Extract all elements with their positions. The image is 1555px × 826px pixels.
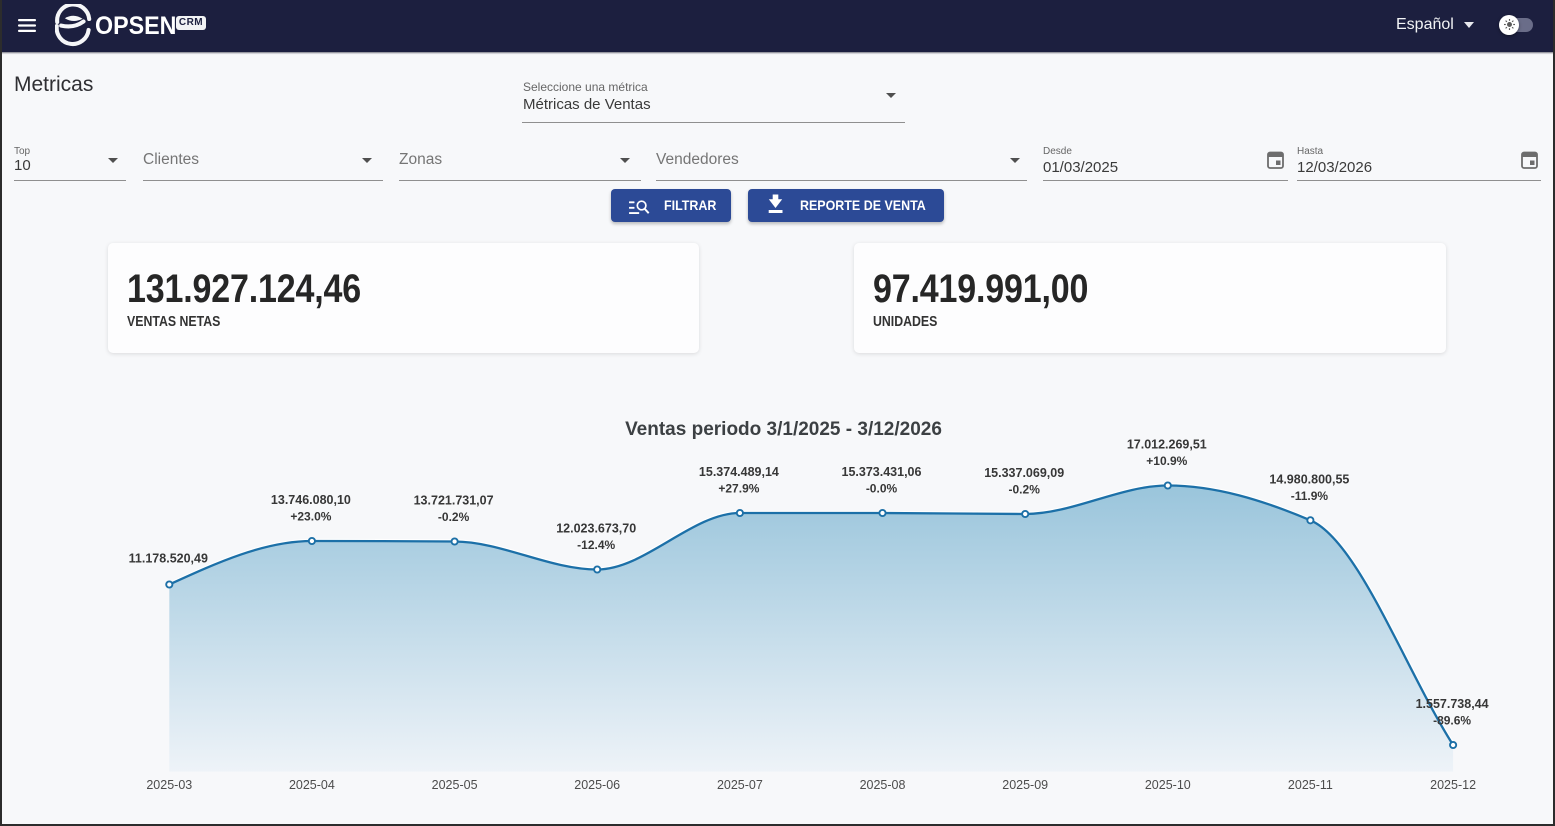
svg-text:2025-11: 2025-11 xyxy=(1288,778,1333,792)
svg-text:-0.0%: -0.0% xyxy=(866,482,898,496)
svg-text:1.557.738,44: 1.557.738,44 xyxy=(1416,697,1489,711)
svg-text:-0.2%: -0.2% xyxy=(438,510,470,524)
svg-text:-12.4%: -12.4% xyxy=(577,538,615,552)
svg-text:-11.9%: -11.9% xyxy=(1291,489,1329,503)
svg-text:13.746.080,10: 13.746.080,10 xyxy=(271,493,351,507)
svg-text:2025-09: 2025-09 xyxy=(1002,778,1048,792)
svg-text:+23.0%: +23.0% xyxy=(290,510,331,524)
svg-text:2025-06: 2025-06 xyxy=(574,778,620,792)
svg-text:13.721.731,07: 13.721.731,07 xyxy=(414,494,494,508)
svg-text:15.337.069,09: 15.337.069,09 xyxy=(984,466,1064,480)
svg-text:2025-07: 2025-07 xyxy=(717,778,763,792)
svg-text:2025-10: 2025-10 xyxy=(1145,778,1191,792)
svg-text:15.373.431,06: 15.373.431,06 xyxy=(842,465,922,479)
svg-text:12.023.673,70: 12.023.673,70 xyxy=(556,522,636,536)
svg-text:+10.9%: +10.9% xyxy=(1146,454,1187,468)
svg-text:17.012.269,51: 17.012.269,51 xyxy=(1127,438,1207,452)
svg-text:-0.2%: -0.2% xyxy=(1009,483,1041,497)
svg-text:14.980.800,55: 14.980.800,55 xyxy=(1269,472,1349,486)
svg-text:2025-08: 2025-08 xyxy=(860,778,906,792)
svg-text:15.374.489,14: 15.374.489,14 xyxy=(699,465,779,479)
svg-text:2025-05: 2025-05 xyxy=(432,778,478,792)
svg-text:+27.9%: +27.9% xyxy=(718,482,759,496)
svg-text:11.178.520,49: 11.178.520,49 xyxy=(129,552,208,566)
svg-text:2025-03: 2025-03 xyxy=(146,778,192,792)
svg-text:-89.6%: -89.6% xyxy=(1433,714,1471,728)
svg-text:2025-12: 2025-12 xyxy=(1430,778,1476,792)
svg-text:2025-04: 2025-04 xyxy=(289,778,335,792)
